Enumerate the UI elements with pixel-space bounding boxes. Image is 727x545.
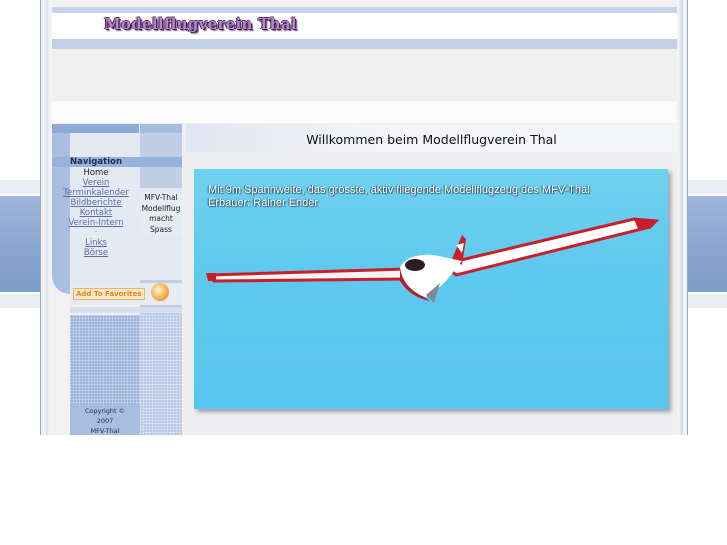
glider-photo: Mit 9m Spannweite, das grösste, aktiv fl… <box>194 169 668 409</box>
frame-shade-left <box>46 0 50 435</box>
photo-caption-line: Erbauer: Rainer Ender <box>208 197 319 209</box>
nav-item-verein[interactable]: Verein <box>52 178 140 188</box>
header-banner <box>52 49 677 101</box>
photo-caption: Mit 9m Spannweite, das grösste, aktiv fl… <box>208 184 590 210</box>
nav-item-bildberichte[interactable]: Bildberichte <box>52 198 140 208</box>
left-band-top <box>0 180 40 194</box>
left-band-bottom <box>0 294 40 308</box>
nav-item-terminkalender[interactable]: Terminkalender <box>52 188 140 198</box>
nav-item-verein-intern[interactable]: Verein-Intern <box>52 218 140 228</box>
copyright-line: 2007 <box>96 417 114 425</box>
sidebar-pattern-right <box>140 315 182 435</box>
right-band <box>687 196 727 292</box>
nav-title: Navigation <box>70 157 122 167</box>
sidebar-pattern <box>70 315 140 405</box>
nav-item-kontakt[interactable]: Kontakt <box>52 208 140 218</box>
sidebar-top-bar <box>52 124 139 133</box>
slogan-line: MFV-Thal <box>144 193 178 202</box>
sidebar-divider <box>70 307 182 313</box>
slogan-line: macht <box>149 214 173 223</box>
copyright-line: MFV-Thal <box>90 427 120 435</box>
nav-separator-dot: - <box>94 228 98 235</box>
nav-item-links[interactable]: Links <box>52 238 140 248</box>
slogan-line: Spass <box>150 224 172 234</box>
copyright-line: Copyright © <box>84 407 126 415</box>
slogan-line: Modellflug <box>141 203 181 213</box>
copyright-text: Copyright © 2007 MFV-Thal <box>70 406 140 436</box>
header-spacer <box>52 101 677 123</box>
nav-item-home[interactable]: Home <box>52 168 140 178</box>
right-band-bottom <box>687 294 727 308</box>
nav-item-boerse[interactable]: Börse <box>52 248 140 258</box>
header-bar <box>52 39 677 49</box>
frame-shade-right <box>678 0 683 435</box>
slogan-text: MFV-Thal Modellflug macht Spass <box>140 193 182 235</box>
site-logo[interactable]: Modellflugverein Thal <box>104 15 297 33</box>
add-to-favorites-button[interactable]: Add To Favorites <box>73 288 145 300</box>
page-title: Willkommen beim Modellflugverein Thal <box>306 132 557 147</box>
right-band-top <box>687 180 727 194</box>
left-band <box>0 196 40 292</box>
slogan-column-top <box>140 124 182 133</box>
photo-caption-line: Mit 9m Spannweite, das grösste, aktiv fl… <box>208 184 590 196</box>
favorites-star-icon[interactable] <box>151 283 169 301</box>
